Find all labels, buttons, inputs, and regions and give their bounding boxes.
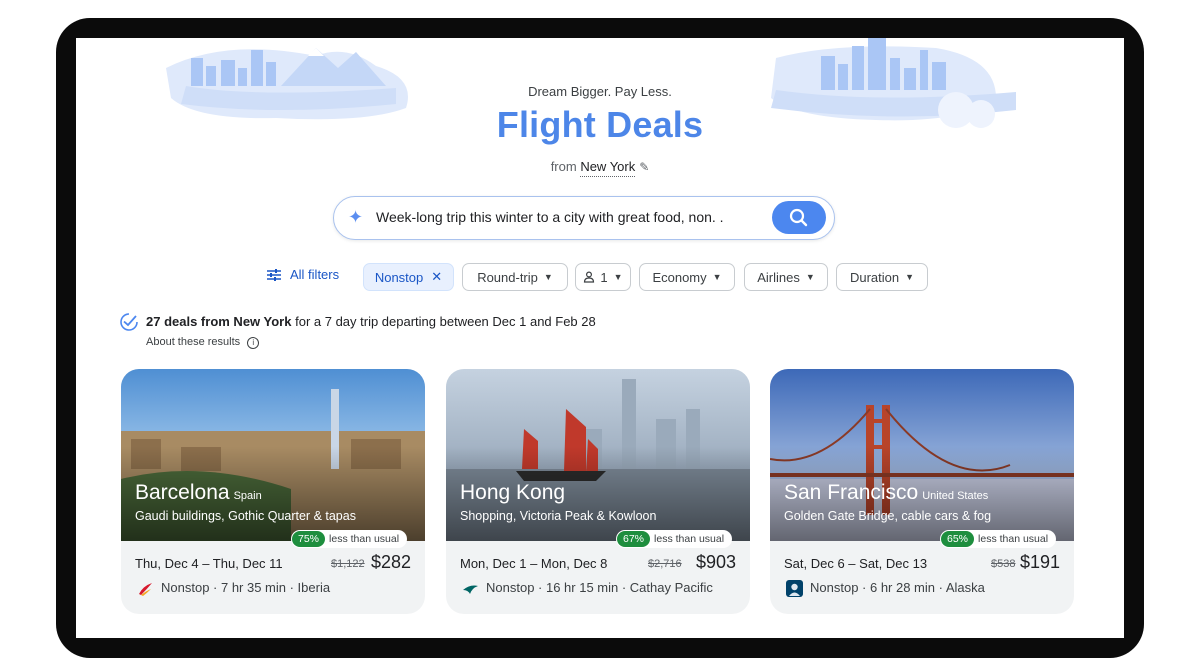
destination-highlights: Golden Gate Bridge, cable cars & fog xyxy=(784,509,992,523)
person-icon xyxy=(584,271,595,283)
discount-percent: 75% xyxy=(292,531,326,547)
discount-badge: 75% less than usual xyxy=(291,530,408,548)
usual-price: $2,716 xyxy=(648,558,682,570)
filter-bar: All filters Nonstop ✕ Round-trip ▼ 1 ▼ E… xyxy=(76,263,1124,293)
deal-price: $191 xyxy=(1019,552,1060,572)
banner-illustration xyxy=(166,38,1016,128)
flight-route: Nonstop · 6 hr 28 min · Alaska xyxy=(810,580,985,595)
cabin-dropdown[interactable]: Economy ▼ xyxy=(639,263,735,291)
deal-card-hong-kong[interactable]: Hong Kong Shopping, Victoria Peak & Kowl… xyxy=(446,369,750,614)
trip-type-label: Round-trip xyxy=(477,269,538,285)
city-name: Barcelona xyxy=(135,481,230,504)
close-icon[interactable]: ✕ xyxy=(431,269,442,285)
flight-route: Nonstop · 16 hr 15 min · Cathay Pacific xyxy=(486,580,713,595)
destination-city: Hong Kong xyxy=(460,481,569,505)
destination-highlights: Gaudi buildings, Gothic Quarter & tapas xyxy=(135,509,356,523)
destination-highlights: Shopping, Victoria Peak & Kowloon xyxy=(460,509,657,523)
country-name: United States xyxy=(922,490,989,502)
info-icon[interactable]: i xyxy=(247,337,260,349)
cabin-label: Economy xyxy=(652,269,707,285)
about-results-link[interactable]: About these results i xyxy=(146,336,260,349)
usual-price: $538 xyxy=(991,558,1016,570)
origin-selector[interactable]: from New York ✎ xyxy=(76,159,1124,177)
results-detail: for a 7 day trip departing between Dec 1… xyxy=(291,314,596,329)
caret-down-icon: ▼ xyxy=(905,272,915,282)
app-screen: Dream Bigger. Pay Less. Flight Deals fro… xyxy=(76,38,1124,638)
discount-badge: 67% less than usual xyxy=(616,530,733,548)
deal-price: $903 xyxy=(695,552,736,572)
iberia-logo-icon xyxy=(139,583,152,596)
search-bar[interactable]: ✦ Week-long trip this winter to a city w… xyxy=(333,196,835,240)
duration-label: Duration xyxy=(849,269,900,285)
results-count: 27 deals from New York xyxy=(146,314,292,329)
discount-label: less than usual xyxy=(654,533,725,545)
caret-down-icon: ▼ xyxy=(712,272,722,282)
trip-dates: Mon, Dec 1 – Mon, Dec 8 xyxy=(460,556,608,571)
sparkle-icon: ✦ xyxy=(348,207,364,227)
discount-percent: 67% xyxy=(617,531,651,547)
search-icon xyxy=(789,208,808,227)
results-summary: 27 deals from New York for a 7 day trip … xyxy=(146,314,596,329)
passengers-dropdown[interactable]: 1 ▼ xyxy=(575,263,631,291)
page-title: Flight Deals xyxy=(496,104,704,145)
country-name: Spain xyxy=(233,490,262,502)
verified-check-icon xyxy=(120,313,138,331)
discount-percent: 65% xyxy=(941,531,975,547)
all-filters-label: All filters xyxy=(290,267,340,282)
caret-down-icon: ▼ xyxy=(543,272,553,282)
duration-dropdown[interactable]: Duration ▼ xyxy=(836,263,928,291)
airlines-label: Airlines xyxy=(757,269,800,285)
deal-price: $282 xyxy=(370,552,411,572)
origin-city[interactable]: New York xyxy=(580,159,636,177)
city-name: San Francisco xyxy=(784,481,919,504)
nonstop-chip[interactable]: Nonstop ✕ xyxy=(363,263,454,291)
city-name: Hong Kong xyxy=(460,481,566,504)
discount-label: less than usual xyxy=(978,533,1049,545)
about-results-label: About these results xyxy=(146,336,241,348)
trip-type-dropdown[interactable]: Round-trip ▼ xyxy=(462,263,568,291)
from-prefix: from xyxy=(550,159,577,174)
airlines-dropdown[interactable]: Airlines ▼ xyxy=(744,263,828,291)
deal-card-san-francisco[interactable]: San Francisco United States Golden Gate B… xyxy=(770,369,1074,614)
nonstop-label: Nonstop xyxy=(374,269,424,285)
tune-icon xyxy=(267,268,281,281)
destination-city: San Francisco United States xyxy=(784,481,988,505)
cathay-pacific-logo-icon xyxy=(463,585,478,594)
trip-dates: Thu, Dec 4 – Thu, Dec 11 xyxy=(135,556,283,571)
search-input[interactable]: Week-long trip this winter to a city wit… xyxy=(376,209,724,225)
caret-down-icon: ▼ xyxy=(805,272,815,282)
deal-card-barcelona[interactable]: Barcelona Spain Gaudi buildings, Gothic Q… xyxy=(121,369,425,614)
passengers-count: 1 xyxy=(600,269,608,285)
usual-price: $1,122 xyxy=(331,558,365,570)
alaska-logo-icon xyxy=(786,580,803,597)
discount-label: less than usual xyxy=(329,533,400,545)
discount-badge: 65% less than usual xyxy=(940,530,1057,548)
search-button[interactable] xyxy=(772,201,826,234)
trip-dates: Sat, Dec 6 – Sat, Dec 13 xyxy=(784,556,928,571)
caret-down-icon: ▼ xyxy=(613,272,623,282)
all-filters-button[interactable]: All filters xyxy=(266,267,339,282)
pencil-icon[interactable]: ✎ xyxy=(639,160,649,174)
destination-city: Barcelona Spain xyxy=(135,481,262,505)
flight-route: Nonstop · 7 hr 35 min · Iberia xyxy=(161,580,331,595)
tagline: Dream Bigger. Pay Less. xyxy=(528,84,672,99)
